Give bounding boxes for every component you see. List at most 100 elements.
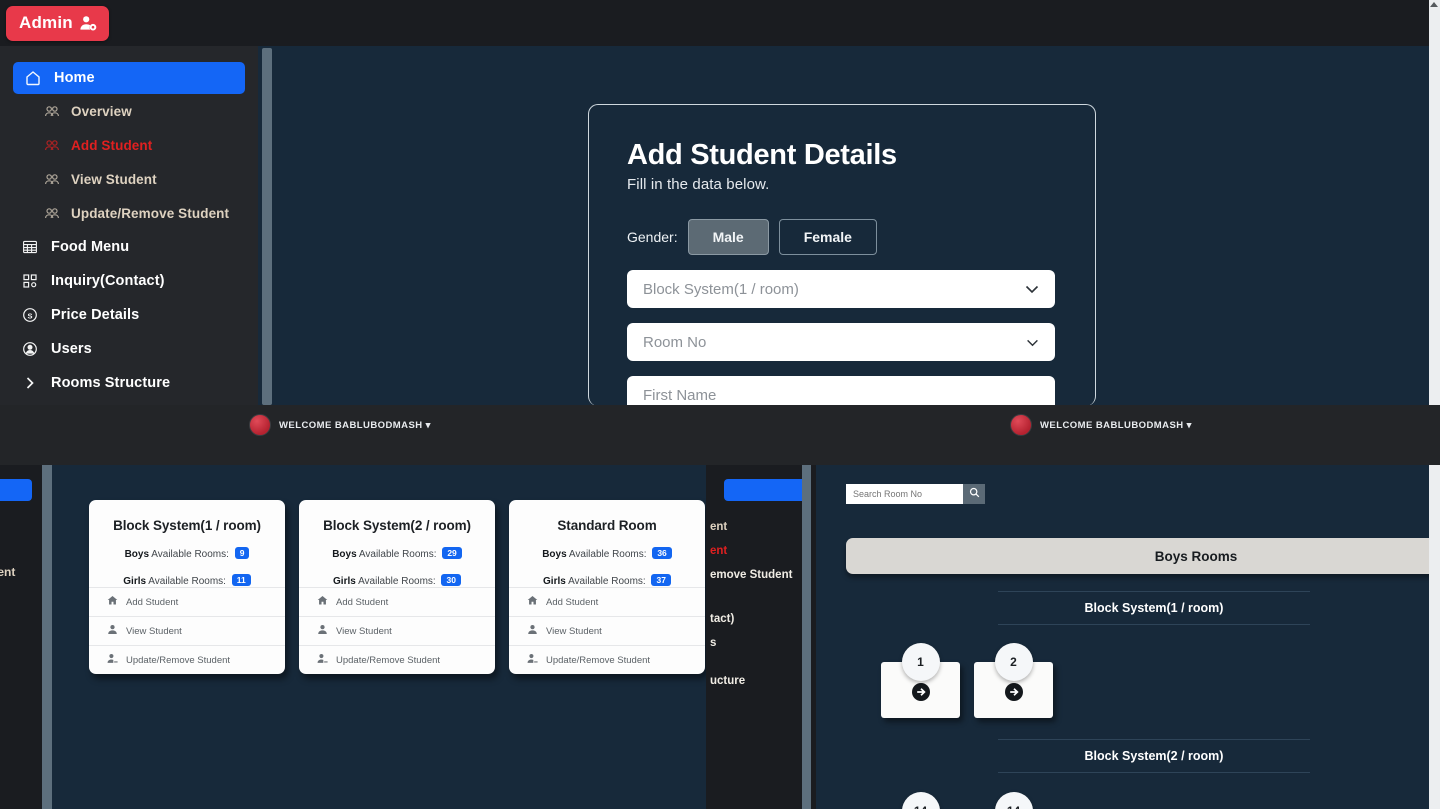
four-squares-icon [22, 273, 38, 289]
user-solid-icon [107, 624, 118, 638]
card-link-add-student[interactable]: Add Student [89, 587, 285, 616]
girls-label: Girls [123, 576, 147, 587]
chevron-right-icon [22, 375, 38, 391]
room-no-select[interactable]: Room No [627, 323, 1055, 361]
user-gear-icon [80, 15, 97, 31]
user-edit-icon [317, 653, 328, 667]
students-icon [44, 103, 60, 119]
boys-text: Available Rooms: [358, 549, 437, 560]
card-link-update-remove-student[interactable]: Update/Remove Student [299, 645, 495, 674]
room-number: 14 [994, 792, 1033, 809]
sidebar-item-home[interactable]: Home [13, 62, 245, 94]
sidebar-item-rooms-structure[interactable]: Rooms Structure [0, 366, 258, 400]
bottom-band-chrome [0, 405, 1440, 465]
sidebar-item-label: Update/Remove Student [71, 205, 230, 221]
user-solid-icon [527, 624, 538, 638]
calendar-grid-icon [22, 239, 38, 255]
girls-count-badge: 11 [231, 574, 251, 586]
search-button[interactable] [963, 484, 985, 504]
gender-male-button[interactable]: Male [687, 219, 769, 255]
sidebar-item-label: Users [51, 341, 92, 357]
room-number: 1 [901, 643, 940, 681]
rooms-window-scrollbar[interactable] [1429, 465, 1440, 809]
card-link-view-student[interactable]: View Student [299, 616, 495, 645]
sidebar-item-food-menu[interactable]: Food Menu [0, 230, 258, 264]
scroll-up-caret-icon[interactable] [1430, 2, 1438, 7]
sidebar-item-overview[interactable]: Overview [0, 94, 258, 128]
welcome-user-left[interactable]: WELCOME BABLUBODMASH ▾ [249, 414, 431, 436]
welcome-label: WELCOME BABLUBODMASH ▾ [279, 419, 431, 431]
clipped-nav-text-active: ent [710, 545, 728, 557]
sidebar-item-price-details[interactable]: S Price Details [0, 298, 258, 332]
room-type-card[interactable]: Block System(2 / room) Boys Available Ro… [299, 500, 495, 674]
bottom-middle-clipped-window: ent ent emove Student tact) s ucture [706, 465, 816, 809]
gender-selector: Gender: Male Female [627, 219, 1055, 255]
sidebar-item-label: Overview [71, 103, 132, 119]
arrow-right-circle-icon[interactable] [911, 682, 931, 707]
block-system-value: Block System(1 / room) [643, 280, 799, 298]
girls-count-badge: 30 [441, 574, 461, 586]
room-type-cards-panel: Block System(1 / room) Boys Available Ro… [52, 465, 804, 809]
user-circle-icon [22, 341, 38, 357]
clipped-home-nav-highlight[interactable] [724, 479, 810, 501]
admin-button[interactable]: Admin [6, 6, 109, 41]
top-window-scrollbar[interactable] [1429, 0, 1440, 405]
sidebar-item-update-remove-student[interactable]: Update/Remove Student [0, 196, 258, 230]
first-name-placeholder: First Name [643, 386, 717, 404]
card-link-label: Update/Remove Student [336, 654, 441, 666]
sidebar-item-add-student[interactable]: Add Student [0, 128, 258, 162]
room-type-card[interactable]: Block System(1 / room) Boys Available Ro… [89, 500, 285, 674]
card-link-view-student[interactable]: View Student [509, 616, 705, 645]
boys-count-badge: 29 [442, 547, 462, 559]
room-no-value: Room No [643, 333, 707, 351]
clipped-nav-text: emove Student [710, 569, 793, 581]
room-tile[interactable]: 2 [974, 643, 1053, 718]
arrow-right-circle-icon[interactable] [1004, 682, 1024, 707]
boys-count-badge: 36 [652, 547, 672, 559]
room-type-card[interactable]: Standard Room Boys Available Rooms: 36 G… [509, 500, 705, 674]
clipped-nav-text: s [710, 637, 717, 649]
card-link-label: Update/Remove Student [546, 654, 651, 666]
home-solid-icon [317, 595, 328, 609]
card-link-update-remove-student[interactable]: Update/Remove Student [509, 645, 705, 674]
card-link-view-student[interactable]: View Student [89, 616, 285, 645]
page-title: Add Student Details [627, 139, 897, 171]
top-window-inner-scrollbar[interactable] [262, 48, 272, 405]
sidebar-item-label: Rooms Structure [51, 375, 171, 391]
block-system-select[interactable]: Block System(1 / room) [627, 270, 1055, 308]
search-input[interactable] [846, 484, 963, 504]
boys-label: Boys [332, 549, 357, 560]
gender-female-button[interactable]: Female [778, 219, 877, 255]
card-link-add-student[interactable]: Add Student [509, 587, 705, 616]
sidebar-item-users[interactable]: Users [0, 332, 258, 366]
card-link-label: Add Student [126, 596, 179, 608]
card-link-add-student[interactable]: Add Student [299, 587, 495, 616]
bottom-middle-scrollbar[interactable] [802, 465, 811, 809]
card-title: Standard Room [557, 518, 657, 533]
rooms-banner: Boys Rooms [846, 538, 1440, 574]
home-solid-icon [527, 595, 538, 609]
user-solid-icon [317, 624, 328, 638]
girls-text: Available Rooms: [358, 576, 436, 587]
first-name-input[interactable]: First Name [627, 376, 1055, 405]
card-link-label: Add Student [546, 596, 599, 608]
sidebar-item-label: Add Student [71, 137, 153, 153]
sidebar-item-label: Price Details [51, 307, 140, 323]
chevron-down-icon [1026, 335, 1039, 350]
home-solid-icon [107, 595, 118, 609]
bottom-left-scrollbar[interactable] [42, 465, 52, 809]
students-icon [44, 205, 60, 221]
welcome-user-right[interactable]: WELCOME BABLUBODMASH ▾ [1010, 414, 1192, 436]
block-section-heading: Block System(1 / room) [998, 591, 1310, 625]
sidebar-item-inquiry[interactable]: Inquiry(Contact) [0, 264, 258, 298]
boys-availability: Boys Available Rooms: 29 [299, 547, 495, 560]
top-window: Admin Home Overview Add Student View Stu… [0, 0, 1440, 405]
card-title: Block System(2 / room) [323, 518, 471, 533]
svg-text:S: S [27, 311, 32, 320]
sidebar-item-view-student[interactable]: View Student [0, 162, 258, 196]
dollar-circle-icon: S [22, 307, 38, 323]
room-tile[interactable]: 1 [881, 643, 960, 718]
boys-availability: Boys Available Rooms: 9 [89, 547, 285, 560]
card-link-update-remove-student[interactable]: Update/Remove Student [89, 645, 285, 674]
clipped-home-nav-highlight[interactable] [0, 479, 32, 501]
